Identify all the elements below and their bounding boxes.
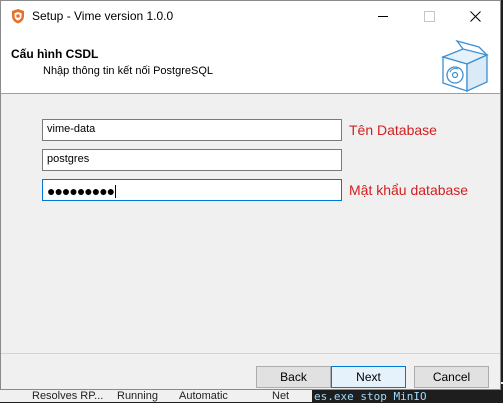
database-user-input[interactable]: postgres xyxy=(42,149,342,171)
page-subtitle: Nhập thông tin kết nối PostgreSQL xyxy=(43,65,213,77)
footer-divider xyxy=(1,353,500,354)
window-title: Setup - Vime version 1.0.0 xyxy=(32,9,174,23)
background-service-name: Resolves RP... xyxy=(32,390,104,402)
password-mask: ●●●●●●●●● xyxy=(47,183,115,199)
maximize-icon xyxy=(423,10,435,22)
database-name-value: vime-data xyxy=(47,123,96,135)
database-password-input[interactable]: ●●●●●●●●● xyxy=(42,179,342,201)
title-bar[interactable]: Setup - Vime version 1.0.0 xyxy=(1,1,500,31)
close-button[interactable] xyxy=(452,1,498,31)
installer-box-icon xyxy=(441,39,489,93)
minimize-button[interactable] xyxy=(360,1,406,31)
back-button[interactable]: Back xyxy=(256,366,331,388)
background-service-status: Running xyxy=(117,390,158,402)
maximize-button xyxy=(406,1,452,31)
page-title: Cấu hình CSDL xyxy=(11,47,99,61)
database-name-hint: Tên Database xyxy=(349,122,437,138)
next-button[interactable]: Next xyxy=(331,366,406,388)
background-service-logon: Net xyxy=(272,390,290,402)
database-password-hint: Mật khẩu database xyxy=(349,182,469,198)
setup-app-icon xyxy=(12,9,24,24)
close-icon xyxy=(469,10,481,22)
background-terminal-text: es.exe stop MinIO xyxy=(314,390,427,403)
database-user-value: postgres xyxy=(47,153,90,165)
minimize-icon xyxy=(378,15,388,17)
background-service-startup: Automatic xyxy=(179,390,228,402)
wizard-header: Cấu hình CSDL Nhập thông tin kết nối Pos… xyxy=(1,31,500,94)
cancel-button[interactable]: Cancel xyxy=(414,366,489,388)
database-name-input[interactable]: vime-data xyxy=(42,119,342,141)
text-caret xyxy=(115,184,117,198)
setup-dialog: Setup - Vime version 1.0.0 Cấu hình CSDL… xyxy=(0,0,501,390)
